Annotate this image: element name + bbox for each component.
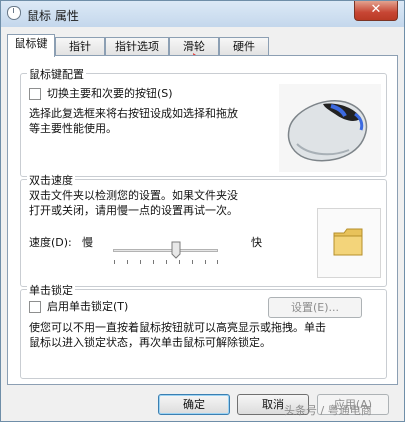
title-bar: 鼠标 属性 ✕ <box>1 1 404 27</box>
slow-label: 慢 <box>82 236 93 249</box>
click-lock-group: 单击锁定 启用单击锁定(T) 设置(E)... 使您可以不用一直按着鼠标按钮就可… <box>20 282 387 379</box>
double-click-speed-slider-track[interactable] <box>113 249 218 252</box>
click-lock-settings-button[interactable]: 设置(E)... <box>268 297 362 318</box>
click-lock-description-line2: 鼠标以进入锁定状态，再次单击鼠标可解除锁定。 <box>29 336 271 349</box>
tab-pointer-options[interactable]: 指针选项 <box>105 37 169 55</box>
double-click-description-line2: 打开或关闭，请用慢一点的设置再试一次。 <box>29 204 238 217</box>
mouse-properties-window: 鼠标 属性 ✕ 鼠标键 指针 指针选项 滑轮 硬件 鼠标键配置 切换主要和次要的… <box>0 0 405 422</box>
mouse-icon <box>7 6 21 20</box>
button-config-legend: 鼠标键配置 <box>27 66 86 82</box>
click-lock-legend: 单击锁定 <box>27 282 75 298</box>
swap-description-line1: 选择此复选框来将右按钮设成如选择和拖放 <box>29 107 238 120</box>
click-lock-label[interactable]: 启用单击锁定(T) <box>47 299 128 314</box>
swap-buttons-label[interactable]: 切换主要和次要的按钮(S) <box>47 86 173 101</box>
double-click-group: 双击速度 双击文件夹以检测您的设置。如果文件夹没 打开或关闭，请用慢一点的设置再… <box>20 172 387 287</box>
button-config-group: 鼠标键配置 切换主要和次要的按钮(S) 选择此复选框来将右按钮设成如选择和拖放 … <box>20 66 387 177</box>
speed-label: 速度(D): <box>29 236 72 249</box>
tab-panel: 鼠标键配置 切换主要和次要的按钮(S) 选择此复选框来将右按钮设成如选择和拖放 … <box>7 55 398 385</box>
tab-pointers[interactable]: 指针 <box>55 37 105 55</box>
folder-icon <box>333 228 363 256</box>
click-lock-checkbox[interactable] <box>29 301 41 313</box>
double-click-legend: 双击速度 <box>27 172 75 188</box>
mouse-image <box>279 84 381 172</box>
test-folder-area[interactable] <box>317 208 381 278</box>
click-lock-description-line1: 使您可以不用一直按着鼠标按钮就可以高亮显示或拖拽。单击 <box>29 321 326 334</box>
double-click-speed-slider-thumb[interactable] <box>171 241 181 259</box>
watermark: 头条号 / 粤通电商 <box>284 404 372 417</box>
swap-buttons-checkbox[interactable] <box>29 88 41 100</box>
double-click-description-line1: 双击文件夹以检测您的设置。如果文件夹没 <box>29 189 238 202</box>
tab-buttons[interactable]: 鼠标键 <box>7 34 55 57</box>
ok-button[interactable]: 确定 <box>158 394 230 415</box>
fast-label: 快 <box>251 236 262 249</box>
window-title: 鼠标 属性 <box>27 9 79 23</box>
close-button[interactable]: ✕ <box>354 1 398 21</box>
swap-description-line2: 等主要性能使用。 <box>29 122 117 135</box>
